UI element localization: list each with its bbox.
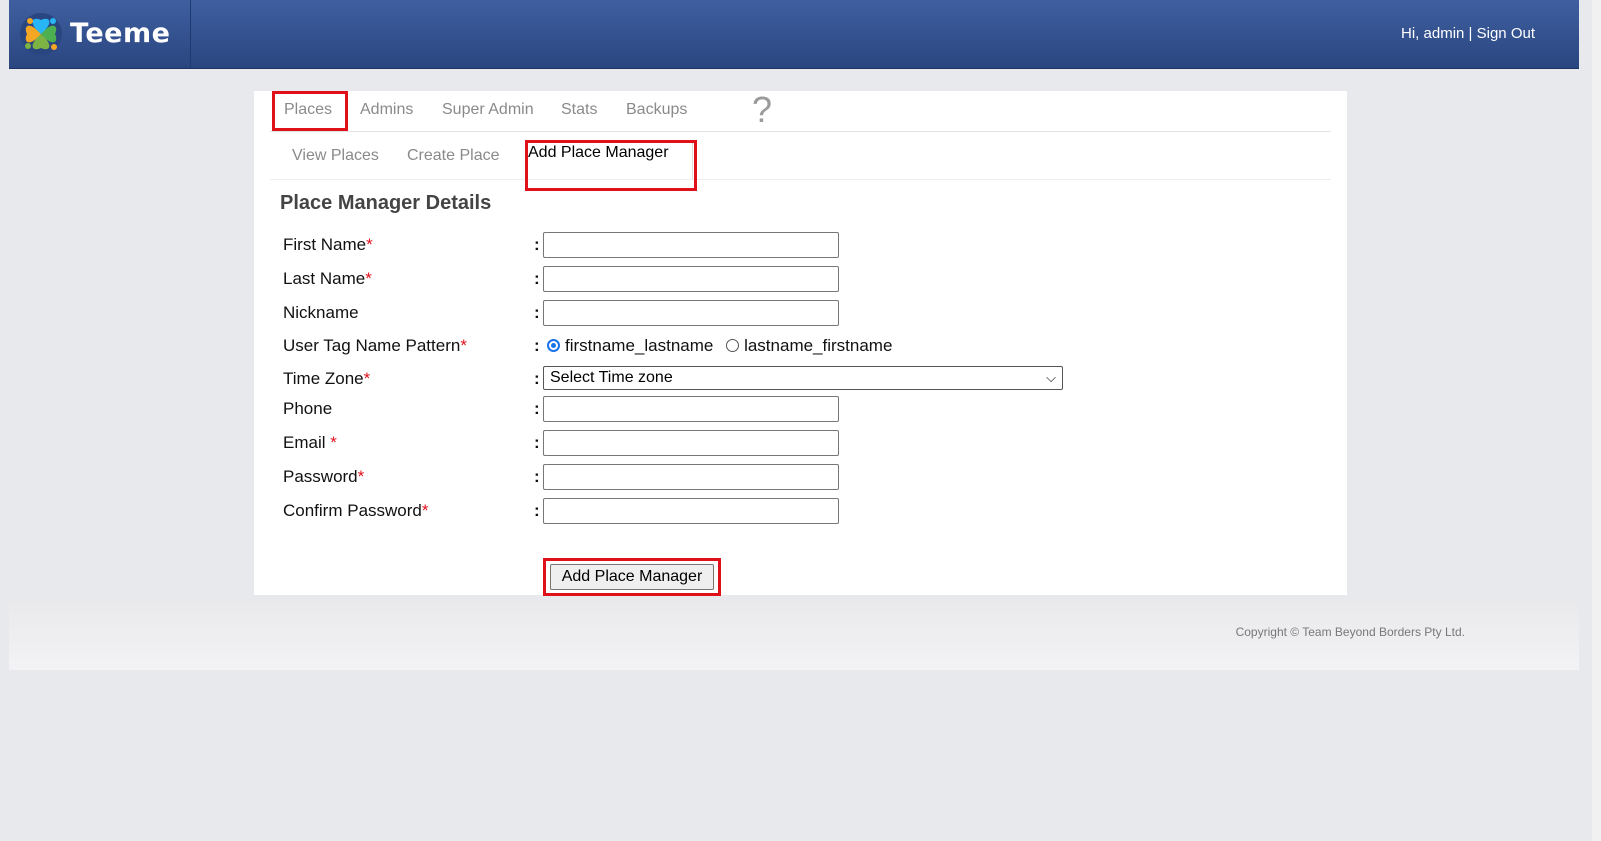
confirm-password-input[interactable]: [543, 498, 839, 524]
copyright-text: Copyright © Team Beyond Borders Pty Ltd.: [1235, 625, 1465, 639]
section-title: Place Manager Details: [280, 192, 492, 214]
chevron-down-icon: ⌵: [1046, 370, 1056, 385]
nickname-input[interactable]: [543, 300, 839, 326]
main-tabs: Places Admins Super Admin Stats Backups …: [270, 89, 1331, 132]
top-header: Teeme Hi, admin | Sign Out: [9, 0, 1579, 68]
logo-text: Teeme: [70, 18, 171, 49]
colon: :: [534, 269, 540, 288]
first-name-input[interactable]: [543, 232, 839, 258]
tab-stats[interactable]: Stats: [561, 101, 597, 119]
user-tag-radio-group: firstname_lastname lastname_firstname: [547, 336, 892, 356]
colon: :: [534, 336, 540, 355]
logo[interactable]: Teeme: [9, 0, 191, 68]
highlight-add-place-manager-tab: [525, 140, 697, 191]
colon: :: [534, 501, 540, 520]
colon: :: [534, 369, 540, 388]
field-label: Time Zone*: [283, 369, 371, 388]
email-input[interactable]: [543, 430, 839, 456]
highlight-submit-button: [543, 558, 721, 596]
sub-tabs: View Places Create Place Add Place Manag…: [270, 133, 1331, 180]
user-links-separator: |: [1468, 25, 1473, 42]
password-input[interactable]: [543, 464, 839, 490]
colon: :: [534, 303, 540, 322]
field-label: First Name*: [283, 235, 373, 254]
greeting-link[interactable]: Hi, admin: [1401, 25, 1464, 42]
colon: :: [534, 467, 540, 486]
field-label: Password*: [283, 467, 365, 486]
highlight-places-tab: [272, 91, 348, 131]
time-zone-value: Select Time zone: [550, 369, 673, 386]
subtab-create-place[interactable]: Create Place: [407, 147, 500, 165]
page-scrollbar[interactable]: [1592, 0, 1601, 841]
colon: :: [534, 235, 540, 254]
help-icon[interactable]: ?: [752, 89, 772, 131]
tab-backups[interactable]: Backups: [626, 101, 687, 119]
footer: Copyright © Team Beyond Borders Pty Ltd.: [9, 600, 1579, 670]
radio-firstname-lastname[interactable]: [547, 339, 560, 352]
radio-label: firstname_lastname: [565, 336, 714, 355]
colon: :: [534, 399, 540, 418]
main-panel: Places Admins Super Admin Stats Backups …: [254, 89, 1347, 596]
radio-lastname-firstname[interactable]: [726, 339, 740, 352]
field-label: Nickname: [283, 303, 359, 322]
user-links: Hi, admin | Sign Out: [1401, 25, 1535, 42]
radio-label: lastname_firstname: [744, 336, 893, 355]
teeme-logo-icon: [20, 13, 62, 55]
field-label: Last Name*: [283, 269, 372, 288]
field-label: Confirm Password*: [283, 501, 429, 520]
tab-super-admin[interactable]: Super Admin: [442, 101, 534, 119]
field-label: User Tag Name Pattern*: [283, 336, 467, 355]
tab-admins[interactable]: Admins: [360, 101, 413, 119]
field-label: Phone: [283, 399, 333, 418]
field-label: Email *: [283, 433, 337, 452]
sign-out-link[interactable]: Sign Out: [1477, 25, 1535, 42]
phone-input[interactable]: [543, 396, 839, 422]
subtab-view-places[interactable]: View Places: [292, 147, 379, 165]
last-name-input[interactable]: [543, 266, 839, 292]
time-zone-select[interactable]: Select Time zone ⌵: [543, 366, 1063, 390]
colon: :: [534, 433, 540, 452]
